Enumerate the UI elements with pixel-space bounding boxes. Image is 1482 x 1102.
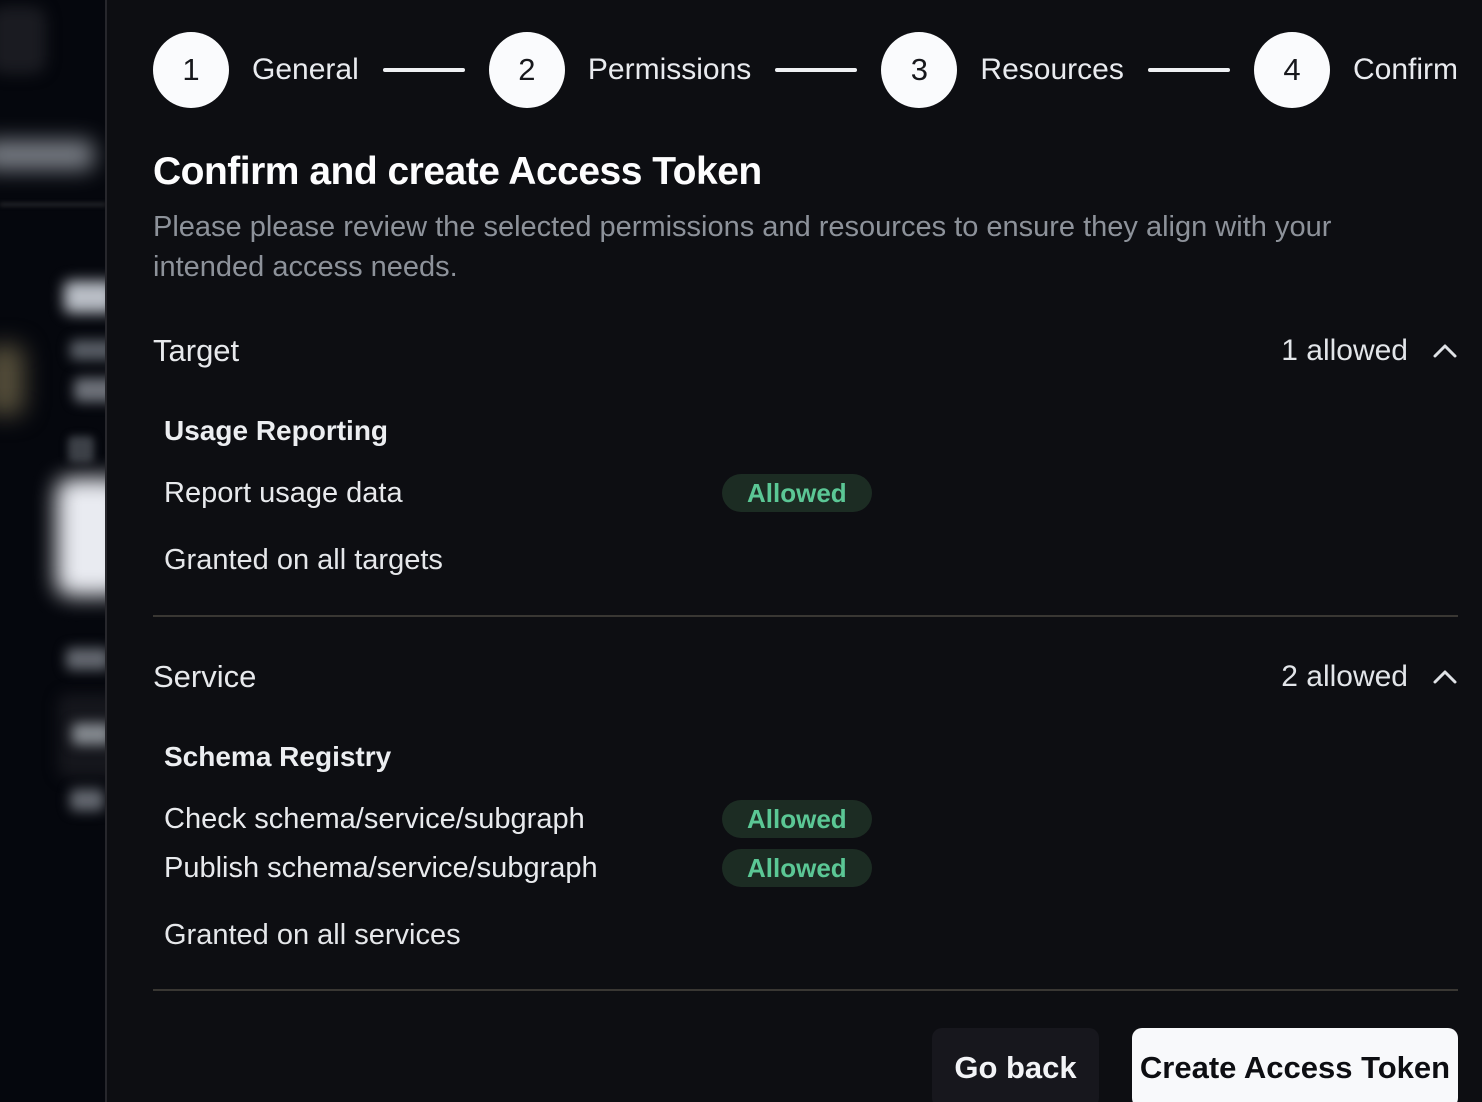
blurred-divider <box>0 203 106 206</box>
modal-footer: Go back Create Access Token <box>153 1028 1458 1102</box>
permission-group-title: Usage Reporting <box>164 415 1458 447</box>
step-number: 2 <box>518 52 535 88</box>
blurred-nav-item <box>72 723 106 745</box>
section-service: Service 2 allowed Schema Registry Check … <box>153 659 1458 952</box>
step-general[interactable]: 1 General <box>153 32 359 108</box>
section-title: Target <box>153 333 239 369</box>
blurred-text-line <box>70 340 106 360</box>
step-number-circle: 3 <box>881 32 957 108</box>
granted-note: Granted on all targets <box>164 544 1458 577</box>
background-page-blurred <box>0 0 106 1102</box>
section-target: Target 1 allowed Usage Reporting Report … <box>153 333 1458 577</box>
step-connector-line <box>775 68 857 72</box>
create-access-token-modal: 1 General 2 Permissions 3 Resources 4 Co… <box>105 0 1482 1102</box>
allowed-count: 1 allowed <box>1281 334 1408 368</box>
step-number: 4 <box>1283 52 1300 88</box>
step-connector-line <box>1148 68 1230 72</box>
allowed-count: 2 allowed <box>1281 660 1408 694</box>
step-label: Permissions <box>588 53 751 87</box>
blurred-page-heading <box>64 281 106 313</box>
wizard-stepper: 1 General 2 Permissions 3 Resources 4 Co… <box>153 32 1458 108</box>
step-number: 3 <box>911 52 928 88</box>
status-badge: Allowed <box>722 849 872 887</box>
step-number: 1 <box>182 52 199 88</box>
permission-label: Check schema/service/subgraph <box>164 803 722 836</box>
blurred-nav-item <box>70 789 104 811</box>
modal-title: Confirm and create Access Token <box>153 150 1458 194</box>
step-permissions[interactable]: 2 Permissions <box>489 32 751 108</box>
status-badge: Allowed <box>722 800 872 838</box>
step-confirm[interactable]: 4 Confirm <box>1254 32 1458 108</box>
blurred-nav-item <box>66 648 106 670</box>
footer-divider <box>153 989 1458 991</box>
step-label: Resources <box>980 53 1123 87</box>
blurred-nav-item <box>0 140 94 170</box>
blurred-icon <box>68 436 94 462</box>
blurred-warning-blob <box>0 345 24 415</box>
step-number-circle: 4 <box>1254 32 1330 108</box>
modal-subtitle: Please please review the selected permis… <box>153 207 1443 287</box>
step-label: General <box>252 53 359 87</box>
chevron-up-icon[interactable] <box>1432 669 1458 685</box>
permission-row: Publish schema/service/subgraph Allowed <box>164 849 1458 887</box>
step-label: Confirm <box>1353 53 1458 87</box>
section-collapse-toggle[interactable]: 2 allowed <box>1281 660 1458 694</box>
go-back-button[interactable]: Go back <box>932 1028 1099 1102</box>
permission-label: Publish schema/service/subgraph <box>164 852 722 885</box>
granted-note: Granted on all services <box>164 919 1458 952</box>
blurred-text-line <box>74 378 106 402</box>
blurred-app-logo <box>0 6 46 74</box>
section-header-service: Service 2 allowed <box>153 659 1458 695</box>
section-divider <box>153 615 1458 617</box>
step-number-circle: 2 <box>489 32 565 108</box>
chevron-up-icon[interactable] <box>1432 343 1458 359</box>
permission-label: Report usage data <box>164 477 722 510</box>
blurred-white-button <box>56 478 106 596</box>
status-badge: Allowed <box>722 474 872 512</box>
permission-row: Report usage data Allowed <box>164 474 1458 512</box>
create-access-token-button[interactable]: Create Access Token <box>1132 1028 1458 1102</box>
step-number-circle: 1 <box>153 32 229 108</box>
permission-group-title: Schema Registry <box>164 741 1458 773</box>
step-resources[interactable]: 3 Resources <box>881 32 1123 108</box>
section-collapse-toggle[interactable]: 1 allowed <box>1281 334 1458 368</box>
permission-row: Check schema/service/subgraph Allowed <box>164 800 1458 838</box>
section-header-target: Target 1 allowed <box>153 333 1458 369</box>
step-connector-line <box>383 68 465 72</box>
section-title: Service <box>153 659 256 695</box>
